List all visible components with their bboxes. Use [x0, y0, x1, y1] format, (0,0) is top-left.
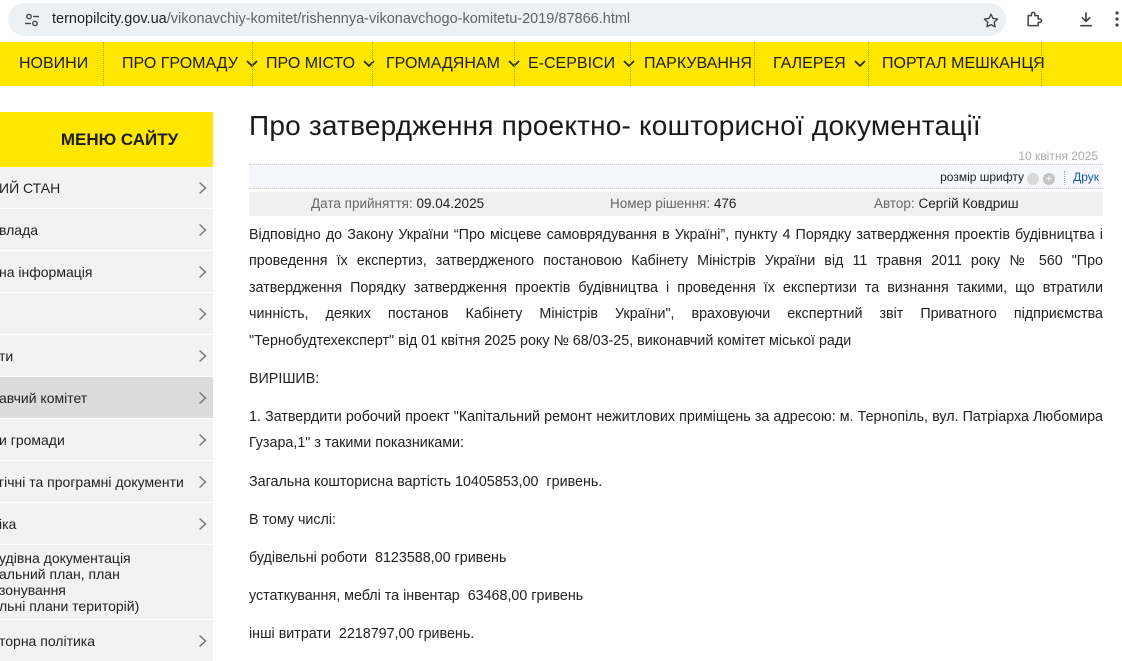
sidebar-item-label: и громади — [0, 431, 65, 448]
sidebar-item-label: гічні та програмні документи — [0, 473, 184, 490]
nav-item-label: ПРО МІСТО — [266, 55, 356, 72]
including-line: В тому числі: — [249, 511, 337, 528]
chevron-right-icon — [198, 433, 207, 446]
nav-separator — [1041, 42, 1042, 86]
address-bar[interactable]: ternopilcity.gov.ua/vikonavchiy-komitet/… — [8, 3, 1006, 36]
equipment-cost-line: устаткування, меблі та інвентар 63468,00… — [249, 587, 584, 604]
nav-separator — [372, 42, 373, 86]
point-1-paragraph: 1. Затвердити робочий проект "Капітальни… — [249, 409, 1103, 452]
nav-item-label: ГРОМАДЯНАМ — [386, 55, 500, 72]
total-cost-line: Загальна кошторисна вартість 10405853,00… — [249, 473, 603, 490]
nav-item-citizens[interactable]: ГРОМАДЯНАМ — [386, 42, 520, 86]
adoption-date-label: Дата прийняття: — [311, 196, 413, 211]
nav-item-label: ПАРКУВАННЯ — [644, 55, 752, 72]
construction-cost-line: будівельні роботи 8123588,00 гривень — [249, 549, 507, 566]
sidebar-item[interactable]: ти — [0, 335, 213, 377]
chevron-right-icon — [198, 307, 207, 320]
nav-item-resident-portal[interactable]: ПОРТАЛ МЕШКАНЦЯ — [882, 42, 1045, 86]
page-title: Про затвердження проектно- кошторисної д… — [249, 110, 981, 141]
other-cost-line: інші витрати 2218797,00 гривень. — [249, 625, 475, 642]
nav-item-label: ПРО ГРОМАДУ — [122, 55, 238, 72]
sidebar-item[interactable]: влада — [0, 209, 213, 251]
adoption-date: Дата прийняття: 09.04.2025 — [311, 196, 484, 211]
decision-number-label: Номер рішення: — [610, 196, 711, 211]
chevron-right-icon — [198, 181, 207, 194]
author: Автор: Сергій Ковдриш — [874, 196, 1019, 211]
chevron-right-icon — [198, 223, 207, 236]
site-settings-icon[interactable] — [24, 12, 40, 28]
nav-item-label: Е-СЕРВІСИ — [528, 55, 616, 72]
article: Про затвердження проектно- кошторисної д… — [249, 110, 1103, 642]
adoption-date-value: 09.04.2025 — [416, 196, 485, 211]
nav-item-parking[interactable]: ПАРКУВАННЯ — [644, 42, 752, 86]
sidebar-item[interactable]: іка — [0, 503, 213, 545]
author-value: Сергій Ковдриш — [918, 196, 1019, 211]
nav-item-label: НОВИНИ — [19, 55, 89, 72]
site-menu-title: МЕНЮ САЙТУ — [0, 112, 213, 167]
url-path: /vikonavchiy-komitet/rishennya-vikonavch… — [166, 11, 631, 27]
nav-item-about-community[interactable]: ПРО ГРОМАДУ — [122, 42, 258, 86]
browser-menu-icon[interactable] — [1112, 9, 1122, 29]
article-toolbar: розмір шрифту + Друк — [249, 164, 1103, 189]
sidebar-item-label: авчий комітет — [0, 389, 88, 406]
sidebar-item[interactable]: на інформація — [0, 251, 213, 293]
main-navigation: НОВИНИ ПРО ГРОМАДУ ПРО МІСТО ГРОМАДЯНАМ … — [0, 42, 1122, 86]
sidebar-item-label: на інформація — [0, 263, 93, 280]
browser-toolbar: ternopilcity.gov.ua/vikonavchiy-komitet/… — [0, 0, 1122, 40]
extensions-icon[interactable] — [1024, 9, 1044, 29]
article-body: Відповідно до Закону України “Про місцев… — [249, 222, 1103, 659]
chevron-right-icon — [198, 475, 207, 488]
nav-item-news[interactable]: НОВИНИ — [19, 42, 88, 86]
publish-date: 10 квітня 2025 — [1018, 149, 1098, 163]
nav-separator — [754, 42, 755, 86]
sidebar-item[interactable]: и громади — [0, 419, 213, 461]
bookmark-star-icon[interactable] — [982, 12, 1000, 30]
nav-item-e-services[interactable]: Е-СЕРВІСИ — [528, 42, 635, 86]
sidebar-item-label: влада — [0, 221, 39, 238]
sidebar-item[interactable]: гічні та програмні документи — [0, 461, 213, 503]
print-link[interactable]: Друк — [1073, 170, 1099, 184]
sidebar-item-label: ИЙ СТАН — [0, 179, 61, 196]
sidebar-item-label: удівна документація альний план, план зо… — [0, 550, 140, 614]
decision-number: Номер рішення: 476 — [610, 196, 736, 211]
url-host: ternopilcity.gov.ua — [52, 11, 167, 27]
chevron-down-icon — [854, 60, 866, 68]
sidebar-item-label: іка — [0, 515, 17, 532]
author-label: Автор: — [874, 196, 915, 211]
decision-number-value: 476 — [713, 196, 737, 211]
sidebar-item-label: ти — [0, 347, 14, 364]
nav-item-gallery[interactable]: ГАЛЕРЕЯ — [773, 42, 866, 86]
font-decrease-button[interactable] — [1027, 173, 1039, 185]
chevron-right-icon — [198, 265, 207, 278]
nav-separator — [868, 42, 869, 86]
sidebar-item[interactable]: торна політика — [0, 620, 213, 661]
sidebar-item-executive-committee[interactable]: авчий комітет — [0, 377, 213, 419]
decided-heading: ВИРІШИВ: — [249, 371, 320, 388]
nav-separator — [630, 42, 631, 86]
sidebar-item[interactable]: ИЙ СТАН — [0, 167, 213, 209]
nav-separator — [514, 42, 515, 86]
decision-meta: Дата прийняття: 09.04.2025 Номер рішення… — [249, 192, 1103, 216]
nav-separator — [252, 42, 253, 86]
nav-item-about-city[interactable]: ПРО МІСТО — [266, 42, 375, 86]
chevron-down-icon — [363, 60, 375, 68]
sidebar-item-label: торна політика — [0, 632, 96, 649]
chevron-right-icon — [198, 517, 207, 530]
font-increase-button[interactable]: + — [1043, 173, 1055, 185]
url-text[interactable]: ternopilcity.gov.ua/vikonavchiy-komitet/… — [52, 11, 630, 27]
chevron-right-icon — [198, 349, 207, 362]
nav-separator — [103, 42, 104, 86]
chevron-right-icon — [198, 391, 207, 404]
preamble-paragraph: Відповідно до Закону України “Про місцев… — [249, 227, 1103, 349]
sidebar-item-urban-planning[interactable]: удівна документація альний план, план зо… — [0, 545, 213, 620]
chevron-right-icon — [198, 634, 207, 647]
nav-item-label: ГАЛЕРЕЯ — [773, 55, 846, 72]
download-icon[interactable] — [1076, 9, 1096, 29]
font-size-label: розмір шрифту — [940, 170, 1024, 184]
site-menu-sidebar: МЕНЮ САЙТУ ИЙ СТАН влада на інформація т… — [0, 112, 213, 661]
nav-item-label: ПОРТАЛ МЕШКАНЦЯ — [882, 55, 1045, 72]
toolbar-separator — [1064, 171, 1065, 185]
sidebar-item[interactable] — [0, 293, 213, 335]
